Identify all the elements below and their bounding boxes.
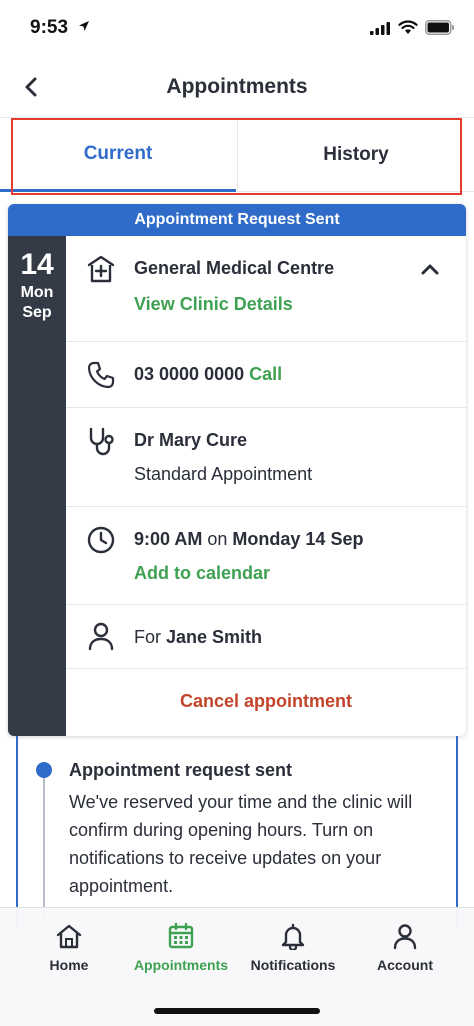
clinic-icon	[87, 255, 115, 283]
wifi-icon	[398, 20, 418, 34]
nav-home-label: Home	[49, 957, 89, 973]
add-to-calendar-link[interactable]: Add to calendar	[134, 563, 270, 584]
tab-bar: Current History	[0, 118, 474, 192]
battery-icon	[425, 20, 454, 35]
doctor-row: Dr Mary Cure Standard Appointment	[66, 408, 466, 507]
status-time: 9:53	[30, 17, 69, 38]
time-on-label: on	[207, 529, 228, 549]
appointment-card: Appointment Request Sent 14 Mon Sep Gene…	[8, 204, 466, 736]
calendar-icon	[168, 922, 194, 949]
doctor-name: Dr Mary Cure	[134, 430, 248, 450]
date-month: Sep	[22, 304, 52, 321]
patient-name: Jane Smith	[166, 627, 263, 647]
patient-for-label: For	[134, 627, 161, 647]
phone-icon	[87, 361, 115, 389]
nav-account[interactable]: Account	[373, 922, 437, 973]
nav-appointments[interactable]: Appointments	[132, 922, 230, 973]
nav-account-label: Account	[377, 957, 433, 973]
cancel-appointment-button[interactable]: Cancel appointment	[66, 669, 466, 733]
timeline-title: Appointment request sent	[69, 760, 293, 780]
nav-notifications-label: Notifications	[250, 957, 336, 973]
person-icon	[393, 924, 417, 950]
timeline-body: We've reserved your time and the clinic …	[69, 792, 413, 896]
status-timeline: Appointment request sent We've reserved …	[16, 736, 458, 926]
timeline-dot	[36, 762, 52, 778]
timeline-line	[43, 770, 45, 920]
phone-row: 03 0000 0000 Call	[66, 342, 466, 408]
chevron-up-icon[interactable]	[420, 262, 440, 276]
header: Appointments	[0, 56, 474, 118]
tab-history[interactable]: History	[237, 118, 474, 192]
appointment-details: General Medical Centre View Clinic Detai…	[66, 236, 466, 733]
person-icon	[88, 622, 114, 651]
appointment-time: 9:00 AM	[134, 529, 203, 549]
date-column: 14 Mon Sep	[8, 236, 66, 736]
clinic-row: General Medical Centre View Clinic Detai…	[66, 236, 466, 342]
appointment-date-long: Monday 14 Sep	[232, 529, 364, 549]
clinic-phone-number: 03 0000 0000	[134, 364, 245, 384]
status-bar: 9:53	[0, 0, 474, 56]
date-weekday: Mon	[20, 284, 54, 301]
stethoscope-icon	[89, 427, 114, 456]
tab-current[interactable]: Current	[0, 118, 236, 192]
view-clinic-details-link[interactable]: View Clinic Details	[134, 294, 293, 315]
nav-home[interactable]: Home	[40, 922, 98, 973]
time-row: 9:00 AM on Monday 14 Sep Add to calendar	[66, 507, 466, 605]
patient-row: For Jane Smith	[66, 605, 466, 669]
home-indicator	[154, 1008, 320, 1014]
appointment-type: Standard Appointment	[134, 464, 313, 484]
clock-icon	[87, 526, 115, 554]
bell-icon	[281, 923, 305, 952]
location-arrow-icon	[79, 21, 89, 31]
clinic-name: General Medical Centre	[134, 258, 335, 278]
home-icon	[56, 924, 82, 949]
nav-appointments-label: Appointments	[133, 957, 229, 973]
call-link[interactable]: Call	[249, 364, 282, 384]
signal-icon	[370, 22, 390, 35]
nav-notifications[interactable]: Notifications	[249, 922, 337, 973]
date-day: 14	[20, 248, 54, 281]
page-title: Appointments	[166, 75, 308, 98]
status-banner: Appointment Request Sent	[8, 204, 466, 236]
